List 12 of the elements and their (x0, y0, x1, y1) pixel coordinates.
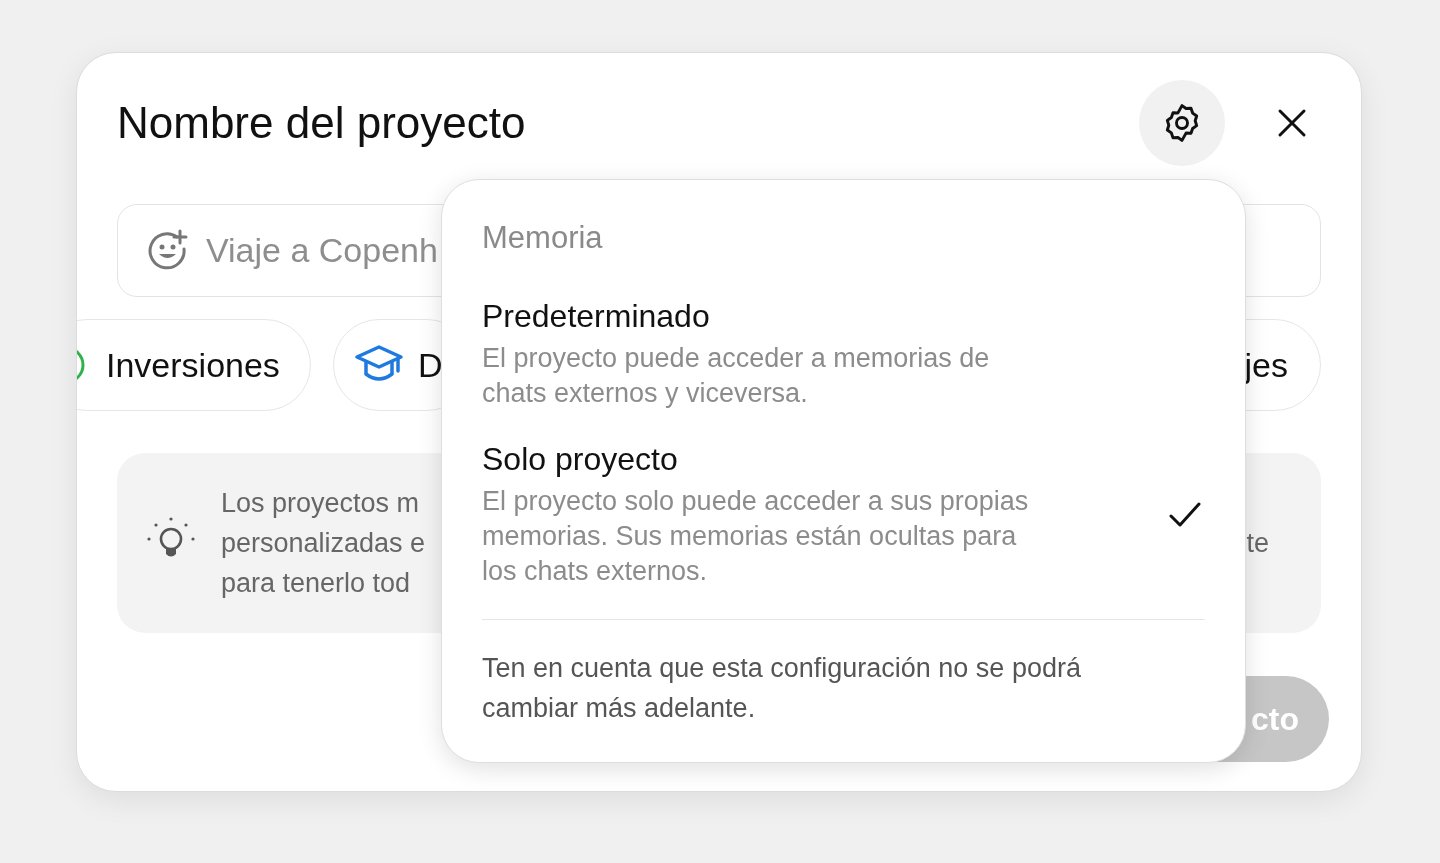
dialog-title: Nombre del proyecto (117, 98, 527, 148)
menu-heading: Memoria (482, 220, 604, 256)
chip-label: D (417, 345, 443, 385)
chip-label: jes (1244, 345, 1288, 385)
menu-note: Ten en cuenta que esta configuración no se podrá cambiar más adelante. (482, 652, 1082, 725)
tip-text: Los proyectos m personalizadas e para tenerlo tod (221, 487, 426, 600)
option-title: Solo proyecto (482, 441, 678, 478)
option-description: El proyecto solo puede acceder a sus propias memorias. Sus memorias están ocultas para los chats externos. (482, 485, 1030, 588)
option-title: Predeterminado (482, 298, 710, 335)
tip-text: te (1246, 527, 1269, 559)
chip-label: Inversiones (106, 345, 280, 385)
option-description: El proyecto puede acceder a memorias de chats externos y viceversa. (482, 342, 991, 410)
